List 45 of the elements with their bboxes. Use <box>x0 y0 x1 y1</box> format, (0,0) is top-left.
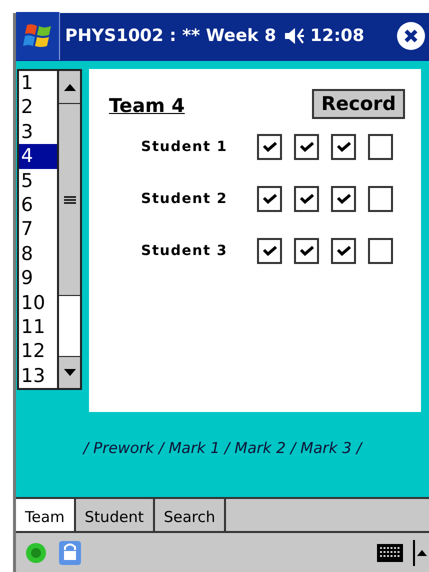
student-name: Student 2 <box>141 191 229 207</box>
grip-icon <box>64 196 76 204</box>
scroll-thumb[interactable] <box>59 103 80 296</box>
start-button[interactable] <box>16 12 60 60</box>
mark-legend: / Prework / Mark 1 / Mark 2 / Mark 3 / <box>83 439 362 457</box>
mark-checkbox[interactable] <box>368 134 393 160</box>
mark-checkbox[interactable] <box>331 238 356 264</box>
lock-icon[interactable] <box>58 540 82 566</box>
mark-checkbox[interactable] <box>331 186 356 212</box>
team-list-item[interactable]: 4 <box>19 144 57 169</box>
checkmark-icon <box>298 193 315 205</box>
mark-checkbox[interactable] <box>294 186 320 212</box>
window-title: PHYS1002 : ** Week 8 <box>65 26 276 46</box>
team-heading: Team 4 <box>109 95 185 117</box>
checkmark-icon <box>336 141 352 153</box>
scroll-down-button[interactable] <box>59 356 80 388</box>
clock-time[interactable]: 12:08 <box>310 26 364 46</box>
windows-flag-icon <box>22 22 52 50</box>
mark-checkbox[interactable] <box>257 134 282 160</box>
mark-checkbox[interactable] <box>294 134 320 160</box>
checkmark-icon <box>262 193 278 205</box>
speaker-icon[interactable] <box>284 27 306 45</box>
checkmark-icon <box>298 141 315 153</box>
mark-checkbox[interactable] <box>294 238 320 264</box>
student-name: Student 3 <box>141 243 229 259</box>
close-icon <box>403 28 419 44</box>
tab[interactable]: Team <box>16 499 76 531</box>
checkmark-icon <box>262 141 278 153</box>
caret-up-icon[interactable] <box>413 540 429 566</box>
checkmark-icon <box>336 245 352 257</box>
checkmark-icon <box>298 245 315 257</box>
caret-down-icon <box>64 369 76 376</box>
record-button[interactable]: Record <box>312 89 405 119</box>
checkmark-icon <box>336 193 352 205</box>
checkmark-icon <box>262 245 278 257</box>
student-name: Student 1 <box>141 139 229 155</box>
close-button[interactable] <box>397 22 425 50</box>
mark-checkbox[interactable] <box>257 186 282 212</box>
mark-checkbox[interactable] <box>331 134 356 160</box>
scroll-up-button[interactable] <box>59 71 80 103</box>
keyboard-icon[interactable] <box>377 544 403 562</box>
mark-checkbox[interactable] <box>368 238 393 264</box>
mark-checkbox[interactable] <box>368 186 393 212</box>
caret-up-icon <box>64 84 76 90</box>
mark-checkbox[interactable] <box>257 238 282 264</box>
